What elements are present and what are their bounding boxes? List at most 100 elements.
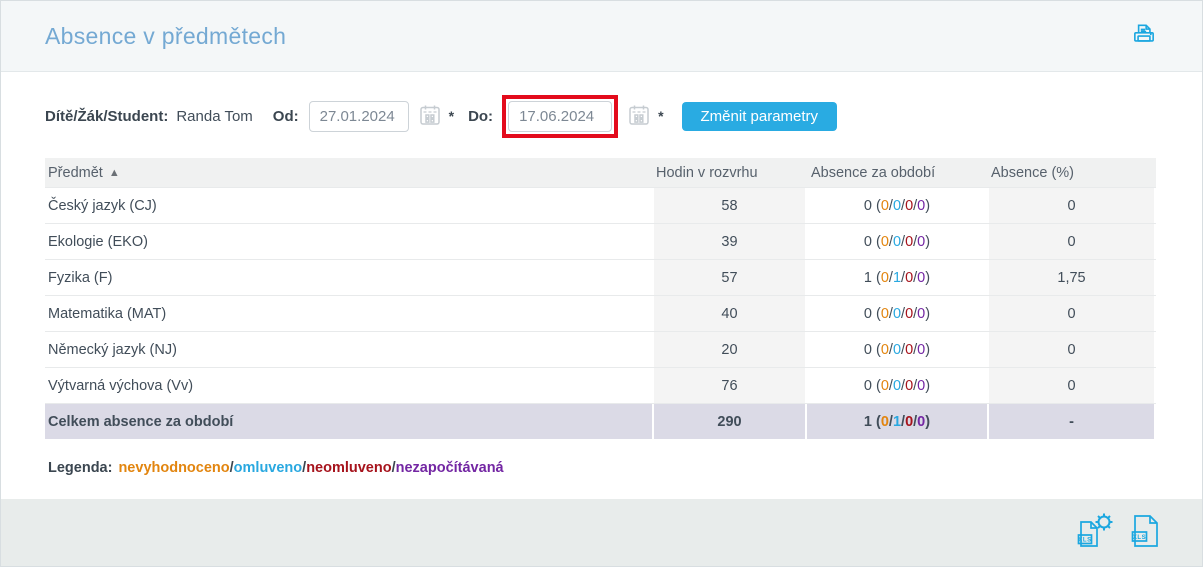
table-row: Fyzika (F)571 (0/1/0/0)1,75 [45,259,1156,295]
percent-cell: 0 [987,296,1156,331]
table-total-row: Celkem absence za období 290 1 (0/1/0/0)… [45,403,1156,439]
table-body: Český jazyk (CJ)580 (0/0/0/0)0Ekologie (… [45,187,1156,403]
from-calendar-button[interactable] [418,103,442,130]
student-label: Dítě/Žák/Student: [45,108,168,125]
absence-part-3: 0 [905,306,913,322]
to-label: Do: [468,108,493,125]
absence-part-3: 0 [905,378,913,394]
legend-item-2: omluveno [234,460,302,476]
absence-part-4: 0 [917,414,925,430]
column-header-hours: Hodin v rozvrhu [652,158,807,187]
change-parameters-button[interactable]: Změnit parametry [682,102,838,131]
absence-part-1: 0 [881,234,889,250]
hours-cell: 58 [652,188,807,223]
absence-part-2: 0 [893,234,901,250]
total-hours-cell: 290 [652,404,807,439]
absence-part-2: 0 [893,198,901,214]
filter-bar: Dítě/Žák/Student: Randa Tom Od: [45,94,1158,138]
export-xls-button[interactable]: XLS [1130,512,1162,553]
legend-item-4: nezapočítávaná [396,460,504,476]
hours-cell: 40 [652,296,807,331]
page-footer: XLS XLS [1,499,1202,566]
absence-part-2: 1 [893,270,901,286]
table-row: Německý jazyk (NJ)200 (0/0/0/0)0 [45,331,1156,367]
column-header-absence: Absence za období [807,158,987,187]
svg-text:XLS: XLS [1078,538,1091,544]
to-calendar-button[interactable] [627,103,651,130]
absence-part-4: 0 [917,270,925,286]
absence-part-4: 0 [917,342,925,358]
print-button[interactable] [1130,21,1158,52]
absence-cell: 0 (0/0/0/0) [807,224,987,259]
annotation-highlight [502,95,618,138]
hours-cell: 39 [652,224,807,259]
absence-cell: 0 (0/0/0/0) [807,296,987,331]
table-row: Matematika (MAT)400 (0/0/0/0)0 [45,295,1156,331]
absence-part-1: 0 [881,342,889,358]
printer-icon [1130,21,1158,52]
absence-part-3: 0 [905,414,913,430]
percent-cell: 0 [987,188,1156,223]
table-header-row: Předmět ▲ Hodin v rozvrhu Absence za obd… [45,158,1156,187]
sort-asc-icon: ▲ [109,167,120,179]
total-label: Celkem absence za období [45,404,652,439]
absence-part-2: 0 [893,342,901,358]
subject-cell: Matematika (MAT) [45,296,652,331]
export-xls-settings-button[interactable]: XLS [1074,512,1116,553]
xls-icon: XLS [1130,512,1162,553]
page-header: Absence v předmětech [1,1,1202,72]
absence-part-1: 0 [881,198,889,214]
absence-part-3: 0 [905,270,913,286]
absence-part-1: 0 [881,270,889,286]
subject-cell: Výtvarná výchova (Vv) [45,368,652,403]
absence-part-2: 0 [893,378,901,394]
absence-cell: 0 (0/0/0/0) [807,368,987,403]
main-content: Dítě/Žák/Student: Randa Tom Od: [1,94,1202,476]
to-date-input[interactable] [508,101,612,132]
subject-cell: Německý jazyk (NJ) [45,332,652,367]
svg-text:XLS: XLS [1133,535,1146,541]
subject-cell: Fyzika (F) [45,260,652,295]
absence-part-4: 0 [917,198,925,214]
xls-gear-icon: XLS [1074,512,1116,553]
total-absence-cell: 1 (0/1/0/0) [807,404,987,439]
absence-part-2: 0 [893,306,901,322]
table-row: Výtvarná výchova (Vv)760 (0/0/0/0)0 [45,367,1156,403]
from-date-input[interactable] [309,101,409,132]
absence-cell: 1 (0/1/0/0) [807,260,987,295]
table-row: Český jazyk (CJ)580 (0/0/0/0)0 [45,187,1156,223]
to-required-marker: * [658,108,663,124]
absence-part-3: 0 [905,342,913,358]
table-row: Ekologie (EKO)390 (0/0/0/0)0 [45,223,1156,259]
absence-part-1: 0 [881,378,889,394]
subject-cell: Ekologie (EKO) [45,224,652,259]
from-required-marker: * [449,108,454,124]
total-percent-cell: - [987,404,1156,439]
absence-table: Předmět ▲ Hodin v rozvrhu Absence za obd… [45,158,1156,439]
absence-cell: 0 (0/0/0/0) [807,188,987,223]
legend-items: nevyhodnoceno/omluveno/neomluveno/nezapo… [118,460,503,476]
legend-item-1: nevyhodnoceno [118,460,229,476]
absence-part-4: 0 [917,378,925,394]
absence-part-4: 0 [917,234,925,250]
absence-part-4: 0 [917,306,925,322]
absence-part-2: 1 [893,414,901,430]
column-header-subject[interactable]: Předmět ▲ [45,158,652,187]
percent-cell: 1,75 [987,260,1156,295]
legend-label: Legenda: [48,460,112,476]
hours-cell: 57 [652,260,807,295]
hours-cell: 20 [652,332,807,367]
absence-page: Absence v předmětech Dítě/Žák/Student: R… [0,0,1203,567]
percent-cell: 0 [987,368,1156,403]
absence-part-1: 0 [881,414,889,430]
calendar-icon [418,103,442,130]
absence-cell: 0 (0/0/0/0) [807,332,987,367]
column-header-percent: Absence (%) [987,158,1156,187]
legend: Legenda: nevyhodnoceno/omluveno/neomluven… [45,460,1158,476]
student-value: Randa Tom [176,108,252,125]
subject-cell: Český jazyk (CJ) [45,188,652,223]
absence-part-1: 0 [881,306,889,322]
page-title: Absence v předmětech [45,23,286,50]
percent-cell: 0 [987,224,1156,259]
absence-part-3: 0 [905,198,913,214]
